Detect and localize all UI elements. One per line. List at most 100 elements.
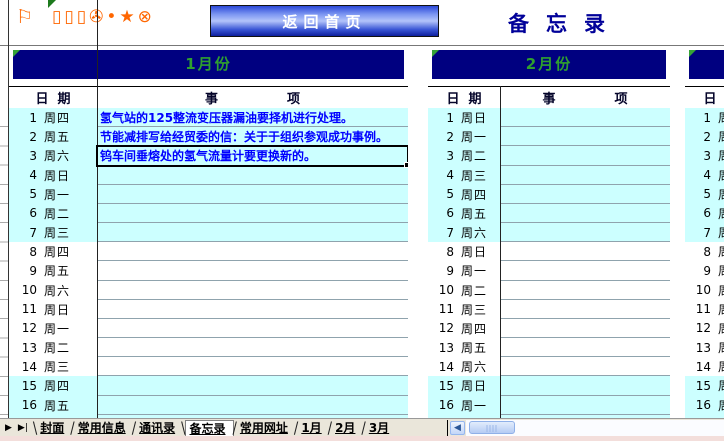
item-cell[interactable] <box>97 319 408 338</box>
date-cell[interactable]: 2周一 <box>685 127 724 146</box>
item-cell[interactable] <box>500 357 670 376</box>
item-cell[interactable] <box>500 223 670 242</box>
item-cell[interactable] <box>500 319 670 338</box>
item-cell[interactable] <box>97 300 408 319</box>
date-cell[interactable]: 4周日 <box>9 166 97 185</box>
active-item-cell[interactable]: 钨车间垂熔处的氢气流量计要更换新的。 <box>97 146 408 165</box>
date-cell[interactable]: 15周日 <box>685 376 724 395</box>
date-cell[interactable]: 6周二 <box>9 204 97 223</box>
item-cell[interactable] <box>500 300 670 319</box>
date-cell[interactable]: 16周一 <box>428 396 500 415</box>
item-cell[interactable] <box>500 261 670 280</box>
item-cell[interactable] <box>97 261 408 280</box>
return-home-button[interactable]: 返回首页 <box>210 5 439 37</box>
date-cell[interactable]: 2周五 <box>9 127 97 146</box>
sheet-tab-2月[interactable]: 2月 <box>331 420 362 437</box>
date-cell[interactable]: 6周五 <box>685 204 724 223</box>
date-cell[interactable]: 7周六 <box>428 223 500 242</box>
date-cell[interactable]: 7周三 <box>9 223 97 242</box>
date-cell[interactable]: 3周二 <box>685 146 724 165</box>
date-cell[interactable]: 4周三 <box>428 166 500 185</box>
weekday-label: 周日 <box>461 377 487 394</box>
item-cell[interactable] <box>97 204 408 223</box>
date-cell[interactable]: 10周二 <box>428 281 500 300</box>
item-cell[interactable] <box>97 166 408 185</box>
date-cell[interactable]: 13周二 <box>9 338 97 357</box>
date-cell[interactable]: 9周一 <box>685 261 724 280</box>
date-cell[interactable]: 9周五 <box>9 261 97 280</box>
date-cell[interactable]: 5周一 <box>9 185 97 204</box>
date-cell[interactable]: 9周一 <box>428 261 500 280</box>
sheet-tab-备忘录[interactable]: 备忘录 <box>185 420 234 437</box>
item-cell[interactable] <box>500 204 670 223</box>
tab-scroll-last-icon[interactable]: ▶| <box>18 423 28 433</box>
item-cell[interactable] <box>97 242 408 261</box>
item-cell[interactable] <box>97 396 408 415</box>
table-row: 14周六 <box>685 357 724 376</box>
item-cell[interactable]: 节能减排写给经贸委的信：关于于组织参观成功事例。 <box>97 127 408 146</box>
date-cell[interactable]: 13周五 <box>685 338 724 357</box>
item-cell[interactable] <box>97 357 408 376</box>
item-cell[interactable] <box>97 376 408 395</box>
date-cell[interactable]: 12周四 <box>428 319 500 338</box>
item-cell[interactable] <box>97 338 408 357</box>
item-cell[interactable] <box>500 281 670 300</box>
sheet-tab-常用网址[interactable]: 常用网址 <box>236 420 295 437</box>
date-cell[interactable]: 6周五 <box>428 204 500 223</box>
hscroll-left-button[interactable]: ◀ <box>450 421 465 435</box>
day-number: 4 <box>434 168 454 182</box>
date-cell[interactable]: 13周五 <box>428 338 500 357</box>
horizontal-scrollbar-track[interactable] <box>466 420 724 436</box>
date-cell[interactable]: 10周六 <box>9 281 97 300</box>
date-cell[interactable]: 14周六 <box>428 357 500 376</box>
item-cell[interactable] <box>97 185 408 204</box>
date-cell[interactable]: 16周一 <box>685 396 724 415</box>
item-cell[interactable] <box>500 396 670 415</box>
date-cell[interactable]: 8周四 <box>9 242 97 261</box>
item-cell[interactable] <box>500 166 670 185</box>
date-cell[interactable]: 1周日 <box>685 108 724 127</box>
date-cell[interactable]: 15周日 <box>428 376 500 395</box>
date-cell[interactable]: 4周三 <box>685 166 724 185</box>
item-cell[interactable] <box>500 376 670 395</box>
date-cell[interactable]: 5周四 <box>685 185 724 204</box>
item-cell[interactable] <box>500 127 670 146</box>
day-number: 5 <box>434 187 454 201</box>
item-cell[interactable] <box>500 338 670 357</box>
tab-scroll-next-icon[interactable]: ▶ <box>5 423 12 433</box>
date-cell[interactable]: 12周四 <box>685 319 724 338</box>
sheet-tab-封面[interactable]: 封面 <box>36 420 71 437</box>
date-cell[interactable]: 3周二 <box>428 146 500 165</box>
item-cell[interactable] <box>500 185 670 204</box>
item-cell[interactable] <box>500 108 670 127</box>
table-row: 16周五 <box>9 396 408 415</box>
date-cell[interactable]: 14周六 <box>685 357 724 376</box>
table-row: 13周五 <box>428 338 670 357</box>
date-cell[interactable]: 2周一 <box>428 127 500 146</box>
item-cell[interactable] <box>500 242 670 261</box>
horizontal-scrollbar-thumb[interactable] <box>469 421 515 434</box>
date-cell[interactable]: 15周四 <box>9 376 97 395</box>
date-cell[interactable]: 5周四 <box>428 185 500 204</box>
sheet-tab-1月[interactable]: 1月 <box>297 420 328 437</box>
date-cell[interactable]: 10周二 <box>685 281 724 300</box>
date-cell[interactable]: 12周一 <box>9 319 97 338</box>
item-cell[interactable] <box>97 223 408 242</box>
sheet-tab-通讯录[interactable]: 通讯录 <box>135 420 182 437</box>
date-cell[interactable]: 8周日 <box>428 242 500 261</box>
item-cell[interactable] <box>500 146 670 165</box>
date-cell[interactable]: 14周三 <box>9 357 97 376</box>
date-cell[interactable]: 16周五 <box>9 396 97 415</box>
date-cell[interactable]: 7周六 <box>685 223 724 242</box>
date-cell[interactable]: 1周日 <box>428 108 500 127</box>
date-cell[interactable]: 11周三 <box>428 300 500 319</box>
item-cell[interactable] <box>97 281 408 300</box>
date-cell[interactable]: 8周日 <box>685 242 724 261</box>
date-cell[interactable]: 3周六 <box>9 146 97 165</box>
sheet-tab-常用信息[interactable]: 常用信息 <box>74 420 133 437</box>
date-cell[interactable]: 1周四 <box>9 108 97 127</box>
sheet-tab-3月[interactable]: 3月 <box>365 420 396 437</box>
date-cell[interactable]: 11周日 <box>9 300 97 319</box>
date-cell[interactable]: 11周三 <box>685 300 724 319</box>
item-cell[interactable]: 氢气站的125整流变压器漏油要择机进行处理。 <box>97 108 408 127</box>
